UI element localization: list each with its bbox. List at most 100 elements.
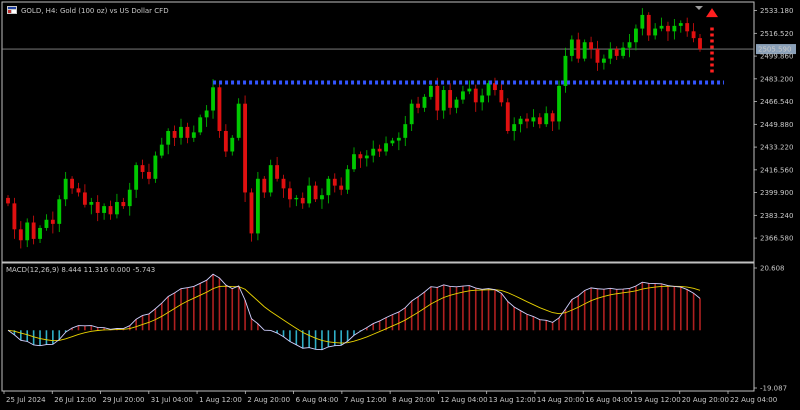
candle-body: [371, 148, 376, 156]
macd-histogram: [13, 274, 701, 350]
up-arrow-annotation: [706, 8, 718, 73]
candle-body: [409, 103, 414, 125]
arrow-head: [706, 8, 718, 18]
candle-body: [640, 14, 645, 29]
candle-body: [352, 154, 356, 170]
candle-body: [448, 90, 453, 108]
time-tick-label: 1 Aug 12:00: [199, 396, 242, 404]
price-tick-label: 2433.220: [760, 144, 793, 152]
candle-body: [18, 229, 23, 241]
candle-body: [95, 202, 100, 213]
candle-body: [512, 124, 517, 131]
candle-body: [544, 113, 549, 125]
candle-body: [563, 55, 568, 86]
candle-body: [576, 39, 581, 59]
candle-body: [268, 165, 273, 193]
candle-body: [454, 99, 459, 108]
time-tick-label: 6 Aug 04:00: [296, 396, 339, 404]
macd-main-line: [7, 273, 701, 351]
candle-body: [102, 206, 107, 213]
candle-body: [525, 118, 529, 122]
candle-body: [403, 124, 408, 138]
candle-body: [653, 28, 658, 36]
candle-body: [666, 25, 670, 32]
time-tick-label: 31 Jul 04:00: [151, 396, 193, 404]
candle-body: [76, 188, 81, 193]
time-tick-label: 16 Aug 04:00: [585, 396, 632, 404]
candle-body: [159, 144, 164, 156]
time-tick-label: 22 Aug 04:00: [730, 396, 777, 404]
symbol-title: GOLD, H4: Gold (100 oz) vs US Dollar CFD: [21, 7, 169, 15]
candle-body: [646, 14, 651, 36]
candle-body: [422, 96, 427, 108]
candle-body: [467, 88, 472, 92]
candle-body: [320, 195, 324, 200]
candle-body: [390, 140, 395, 144]
chart-window-icon: [7, 6, 17, 14]
candle-body: [262, 178, 267, 193]
candle-body: [281, 178, 286, 189]
candle-body: [698, 38, 702, 50]
time-tick-label: 19 Aug 12:00: [633, 396, 680, 404]
time-tick-label: 25 Jul 2024: [6, 396, 46, 404]
candle-body: [108, 206, 113, 215]
candle-body: [537, 117, 542, 125]
candle-body: [396, 137, 401, 141]
candle-body: [236, 103, 241, 138]
macd-title: MACD(12,26,9) 8.444 11.316 0.000 -5.743: [6, 266, 155, 274]
candle-body: [339, 185, 344, 190]
time-tick-label: 26 Jul 12:00: [54, 396, 96, 404]
candle-body: [82, 192, 87, 205]
candle-body: [608, 49, 613, 59]
candle-body: [384, 143, 388, 152]
candle-body: [557, 85, 561, 122]
candle-body: [249, 192, 254, 234]
candle-body: [505, 102, 510, 131]
scroll-marker-icon[interactable]: [695, 6, 703, 10]
price-axis: 2533.180 2516.520 2499.860 2483.200 2466.540…: [754, 7, 793, 243]
candle-body: [345, 169, 350, 190]
candle-body: [275, 165, 280, 179]
candle-body: [634, 28, 638, 43]
candle-body: [627, 42, 632, 48]
candle-body: [179, 126, 183, 138]
candle-body: [461, 91, 465, 100]
candles-series: [6, 8, 702, 249]
candle-body: [614, 49, 619, 56]
macd-tick-label: 20.608: [760, 265, 785, 273]
candle-body: [486, 83, 491, 96]
time-axis: 25 Jul 2024 26 Jul 12:00 29 Jul 20:00 31 Ju…: [3, 391, 777, 404]
candle-body: [480, 95, 485, 103]
price-pane-frame: [1, 1, 755, 263]
time-tick-label: 12 Aug 04:00: [440, 396, 487, 404]
time-tick-label: 29 Jul 20:00: [103, 396, 145, 404]
candle-body: [211, 87, 215, 111]
time-tick-label: 8 Aug 20:00: [392, 396, 435, 404]
candle-body: [63, 178, 68, 200]
candle-body: [550, 113, 555, 122]
candle-body: [44, 219, 49, 228]
candle-body: [294, 197, 299, 200]
candle-body: [172, 131, 177, 138]
candle-body: [473, 88, 478, 103]
candle-body: [31, 222, 36, 239]
candle-body: [255, 178, 260, 234]
price-tick-label: 2383.240: [760, 212, 793, 220]
price-tick-label: 2416.560: [760, 166, 793, 174]
candle-body: [518, 118, 523, 125]
candle-body: [140, 165, 145, 172]
price-tick-label: 2499.860: [760, 53, 793, 61]
candle-body: [223, 131, 228, 152]
price-tick-label: 2466.540: [760, 98, 793, 106]
candle-body: [6, 197, 10, 204]
trading-chart[interactable]: GOLD, H4: Gold (100 oz) vs US Dollar CFD…: [0, 0, 800, 410]
price-tick-label: 2366.580: [760, 235, 793, 243]
price-tick-label: 2533.180: [760, 7, 793, 15]
candle-body: [307, 185, 312, 204]
candle-body: [50, 219, 55, 224]
candle-body: [531, 117, 536, 122]
candle-body: [691, 31, 696, 39]
candle-body: [12, 203, 17, 230]
macd-axis: 20.608 -19.087: [754, 265, 787, 393]
candle-body: [300, 197, 305, 204]
